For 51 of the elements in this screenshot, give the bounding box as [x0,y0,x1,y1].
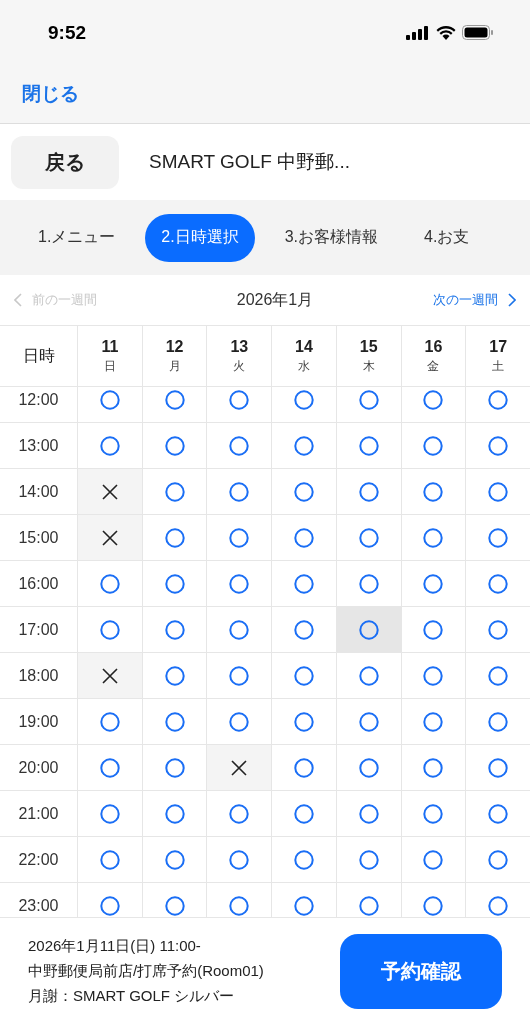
time-label: 13:00 [18,436,59,455]
time-label: 20:00 [18,758,59,777]
step-tab[interactable]: 3.お客様情報 [268,213,395,262]
day-number: 17 [489,337,508,356]
booking-summary-line: 2026年1月11日(日) 11:00- [28,936,202,956]
time-label: 14:00 [18,482,59,501]
time-label: 23:00 [18,896,59,915]
confirm-button[interactable]: 予約確認 [340,933,502,1009]
weekday-label: 月 [168,357,181,375]
back-button[interactable]: 戻る [11,135,119,189]
day-number: 16 [424,337,443,356]
slot-cell[interactable] [335,607,401,652]
time-label: 12:00 [18,390,59,409]
weekday-label: 火 [233,357,246,375]
column-header: 日時 [22,345,55,366]
time-label: 17:00 [18,620,59,639]
slot-cell[interactable] [77,653,142,698]
time-label: 15:00 [18,528,59,547]
day-number: 13 [230,337,249,356]
weekday-label: 水 [298,357,310,375]
day-number: 12 [165,337,184,356]
page-title: SMART GOLF 中野郵... [149,150,350,174]
slot-cell[interactable] [77,515,142,560]
slot-cell[interactable] [77,469,142,514]
chevron-left-icon [14,293,22,307]
signal-icon [406,25,430,40]
weekday-label: 木 [362,357,375,375]
wifi-icon [436,25,456,40]
weekday-label: 金 [427,357,440,375]
time-label: 21:00 [18,804,59,823]
step-tab[interactable]: 1.メニュー [22,213,132,262]
booking-summary-line: 中野郵便局前店/打席予約(Room01) [28,961,264,981]
day-number: 14 [295,337,313,356]
day-number: 11 [101,337,119,356]
time-label: 18:00 [18,666,59,685]
chevron-right-icon [508,293,516,307]
booking-summary-line: 月謝：SMART GOLF シルバー [28,986,236,1006]
weekday-label: 土 [492,357,505,375]
step-tab[interactable]: 2.日時選択 [145,213,255,262]
next-week-link[interactable]: 次の一週間 [433,291,516,309]
day-number: 15 [359,337,378,356]
time-label: 16:00 [18,574,59,593]
close-button[interactable]: 閉じる [22,81,79,107]
step-tab[interactable]: 4.お支 [408,213,486,262]
weekday-label: 日 [103,357,116,375]
time-label: 19:00 [18,712,59,731]
slot-cell[interactable] [206,745,272,790]
month-label: 2026年1月 [236,289,314,310]
battery-icon [462,25,494,40]
status-time: 9:52 [48,21,87,44]
time-label: 22:00 [18,850,59,869]
